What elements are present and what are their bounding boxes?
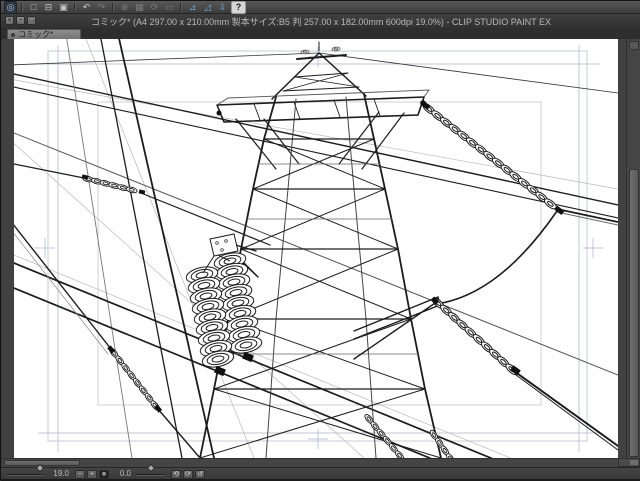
save-file-icon[interactable]: ▣ [57, 2, 70, 13]
canvas-gutter-right [618, 39, 626, 467]
scrollbar-corner [618, 458, 640, 467]
window-title: コミック* (A4 297.00 x 210.00mm 製本サイズ:B5 判 2… [91, 17, 551, 27]
canvas-page[interactable] [14, 39, 618, 458]
scroll-up-button[interactable] [629, 41, 639, 50]
fit-to-screen-button[interactable]: ■ [99, 470, 109, 479]
command-bar: ◎ □ ⊟ ▣ ↶ ↷ ⊕ ▦ ⟳ ▭ ⊿ ◿ ⇩ ? [1, 0, 640, 14]
reset-rotation-button[interactable]: ↺ [195, 470, 205, 479]
open-file-icon[interactable]: ⊟ [42, 2, 55, 13]
clip-studio-logo-icon[interactable]: ◎ [4, 0, 17, 14]
toolbar-separator [112, 2, 114, 12]
redo-icon[interactable]: ↷ [95, 2, 108, 13]
scrollbar-corner-button[interactable] [630, 460, 638, 465]
rotate-left-button[interactable]: ⟲ [171, 470, 181, 479]
title-bar: × − □ コミック* (A4 297.00 x 210.00mm 製本サイズ:… [1, 14, 640, 29]
app-window: ◎ □ ⊟ ▣ ↶ ↷ ⊕ ▦ ⟳ ▭ ⊿ ◿ ⇩ ? × − □ コミック* … [0, 0, 640, 481]
tab-label: コミック* [18, 30, 54, 39]
canvas-gutter-left [2, 39, 14, 467]
toolbar-separator [21, 2, 23, 12]
crop-icon[interactable]: ▭ [163, 2, 176, 13]
rotate-right-button[interactable]: ⟳ [183, 470, 193, 479]
zoom-tool-icon[interactable]: ⊕ [118, 2, 131, 13]
help-icon[interactable]: ? [231, 0, 246, 14]
transform-icon[interactable]: ▦ [133, 2, 146, 13]
zoom-in-button[interactable]: + [87, 470, 97, 479]
rotate-canvas-icon[interactable]: ⟳ [148, 2, 161, 13]
toolbar-separator [180, 2, 182, 12]
vertical-scrollbar[interactable] [626, 39, 640, 467]
snap-to-grid-icon[interactable]: ⇩ [216, 2, 229, 13]
snap-to-special-ruler-icon[interactable]: ◿ [201, 2, 214, 13]
tab-modified-dot-icon [11, 33, 15, 37]
undo-icon[interactable]: ↶ [80, 2, 93, 13]
artwork-canvas[interactable] [14, 39, 618, 458]
toolbar-separator [74, 2, 76, 12]
snap-to-ruler-icon[interactable]: ⊿ [186, 2, 199, 13]
horizontal-scrollbar[interactable] [2, 458, 618, 467]
zoom-out-button[interactable]: − [75, 470, 85, 479]
vertical-scrollbar-thumb[interactable] [629, 169, 639, 457]
tab-comic[interactable]: コミック* [7, 29, 81, 39]
insulator-strings [81, 46, 559, 458]
new-canvas-icon[interactable]: □ [27, 2, 40, 13]
